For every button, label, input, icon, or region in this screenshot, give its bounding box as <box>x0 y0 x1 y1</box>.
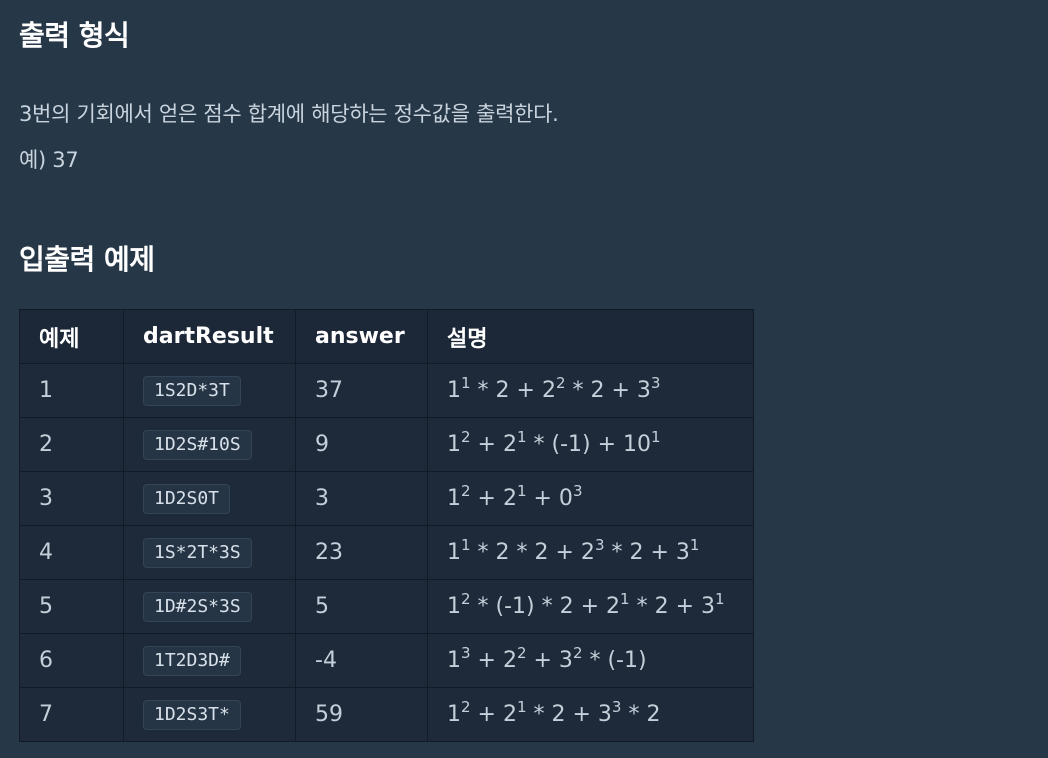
dartresult-cell: 1S2D*3T <box>123 363 296 418</box>
table-row: 4 1S*2T*3S 23 11 * 2 * 2 + 23 * 2 + 31 <box>19 525 754 580</box>
table-header-row: 예제 dartResult answer 설명 <box>19 309 754 364</box>
explanation-term: 1 <box>447 648 461 673</box>
dartresult-cell: 1D2S#10S <box>123 417 296 472</box>
table-row: 5 1D#2S*3S 5 12 * (-1) * 2 + 21 * 2 + 31 <box>19 579 754 634</box>
explanation-term: 1 <box>447 486 461 511</box>
example-number: 7 <box>19 687 124 742</box>
exponent: 2 <box>516 644 527 662</box>
example-number: 1 <box>19 363 124 418</box>
explanation-cell: 11 * 2 + 22 * 2 + 33 <box>427 363 754 418</box>
answer-cell: -4 <box>295 633 428 688</box>
output-format-line-1: 3번의 기회에서 얻은 점수 합계에 해당하는 정수값을 출력한다. <box>19 102 559 126</box>
problem-page: 출력 형식 3번의 기회에서 얻은 점수 합계에 해당하는 정수값을 출력한다.… <box>0 0 1048 758</box>
exponent: 2 <box>461 698 471 716</box>
explanation-term: * 2 + 3 <box>604 540 690 565</box>
dartresult-code: 1D#2S*3S <box>143 591 252 622</box>
explanation-term: * 2 * 2 + 2 <box>470 540 595 565</box>
answer-cell: 37 <box>295 363 428 418</box>
table-row: 7 1D2S3T* 59 12 + 21 * 2 + 33 * 2 <box>19 687 754 742</box>
answer-cell: 23 <box>295 525 428 580</box>
exponent: 1 <box>461 536 471 554</box>
explanation-cell: 12 + 21 + 03 <box>427 471 754 526</box>
dartresult-code: 1T2D3D# <box>143 645 241 676</box>
explanation-term: * 2 <box>621 702 661 727</box>
column-header-explanation: 설명 <box>427 309 754 364</box>
column-header-answer: answer <box>295 309 428 364</box>
exponent: 1 <box>516 428 527 446</box>
dartresult-cell: 1D2S3T* <box>123 687 296 742</box>
explanation-cell: 13 + 22 + 32 * (-1) <box>427 633 754 688</box>
dartresult-code: 1S*2T*3S <box>143 537 252 568</box>
output-format-heading: 출력 형식 <box>19 19 130 52</box>
explanation-term: 1 <box>447 594 461 619</box>
explanation-term: + 0 <box>526 486 573 511</box>
explanation-cell: 11 * 2 * 2 + 23 * 2 + 31 <box>427 525 754 580</box>
exponent: 1 <box>620 590 630 608</box>
examples-heading: 입출력 예제 <box>19 243 155 276</box>
explanation-term: + 2 <box>470 486 517 511</box>
answer-cell: 9 <box>295 417 428 472</box>
exponent: 3 <box>461 644 471 662</box>
explanation-term: 1 <box>447 378 461 403</box>
column-header-dartresult: dartResult <box>123 309 296 364</box>
examples-table-body: 1 1S2D*3T 37 11 * 2 + 22 * 2 + 33 2 1D2S#10S 9… <box>19 363 754 742</box>
output-format-description: 3번의 기회에서 얻은 점수 합계에 해당하는 정수값을 출력한다. 예) 37 <box>19 91 559 183</box>
explanation-term: * (-1) * 2 + 2 <box>470 594 621 619</box>
examples-table: 예제 dartResult answer 설명 1 1S2D*3T 37 11 * 2… <box>19 309 754 742</box>
dartresult-code: 1D2S#10S <box>143 429 252 460</box>
example-number: 5 <box>19 579 124 634</box>
exponent: 3 <box>572 482 583 500</box>
answer-cell: 3 <box>295 471 428 526</box>
explanation-term: * 2 + 3 <box>565 378 651 403</box>
exponent: 1 <box>461 374 471 392</box>
example-number: 2 <box>19 417 124 472</box>
exponent: 2 <box>555 374 566 392</box>
explanation-cell: 12 + 21 * 2 + 33 * 2 <box>427 687 754 742</box>
dartresult-code: 1D2S0T <box>143 483 231 514</box>
dartresult-cell: 1D2S0T <box>123 471 296 526</box>
dartresult-cell: 1S*2T*3S <box>123 525 296 580</box>
exponent: 1 <box>689 536 700 554</box>
table-row: 3 1D2S0T 3 12 + 21 + 03 <box>19 471 754 526</box>
exponent: 1 <box>516 482 527 500</box>
explanation-term: + 2 <box>470 432 517 457</box>
explanation-term: 1 <box>447 540 461 565</box>
explanation-term: + 2 <box>470 702 517 727</box>
example-number: 4 <box>19 525 124 580</box>
dartresult-cell: 1T2D3D# <box>123 633 296 688</box>
exponent: 2 <box>461 590 471 608</box>
exponent: 3 <box>650 374 661 392</box>
table-row: 2 1D2S#10S 9 12 + 21 * (-1) + 101 <box>19 417 754 472</box>
exponent: 2 <box>461 428 471 446</box>
explanation-term: + 3 <box>526 648 573 673</box>
explanation-term: * 2 + 3 <box>629 594 715 619</box>
explanation-term: + 2 <box>470 648 517 673</box>
answer-cell: 5 <box>295 579 428 634</box>
explanation-cell: 12 * (-1) * 2 + 21 * 2 + 31 <box>427 579 754 634</box>
exponent: 1 <box>715 590 725 608</box>
explanation-term: * 2 + 3 <box>526 702 612 727</box>
answer-cell: 59 <box>295 687 428 742</box>
table-row: 6 1T2D3D# -4 13 + 22 + 32 * (-1) <box>19 633 754 688</box>
output-format-line-2: 예) 37 <box>19 148 79 172</box>
exponent: 1 <box>651 428 661 446</box>
exponent: 2 <box>461 482 471 500</box>
explanation-term: * 2 + 2 <box>470 378 556 403</box>
explanation-term: 1 <box>447 432 461 457</box>
explanation-cell: 12 + 21 * (-1) + 101 <box>427 417 754 472</box>
explanation-term: * (-1) + 10 <box>526 432 652 457</box>
explanation-term: * (-1) <box>582 648 647 673</box>
dartresult-code: 1S2D*3T <box>143 375 241 406</box>
dartresult-code: 1D2S3T* <box>143 699 241 730</box>
exponent: 1 <box>516 698 527 716</box>
column-header-example: 예제 <box>19 309 124 364</box>
example-number: 6 <box>19 633 124 688</box>
table-row: 1 1S2D*3T 37 11 * 2 + 22 * 2 + 33 <box>19 363 754 418</box>
explanation-term: 1 <box>447 702 461 727</box>
example-number: 3 <box>19 471 124 526</box>
dartresult-cell: 1D#2S*3S <box>123 579 296 634</box>
